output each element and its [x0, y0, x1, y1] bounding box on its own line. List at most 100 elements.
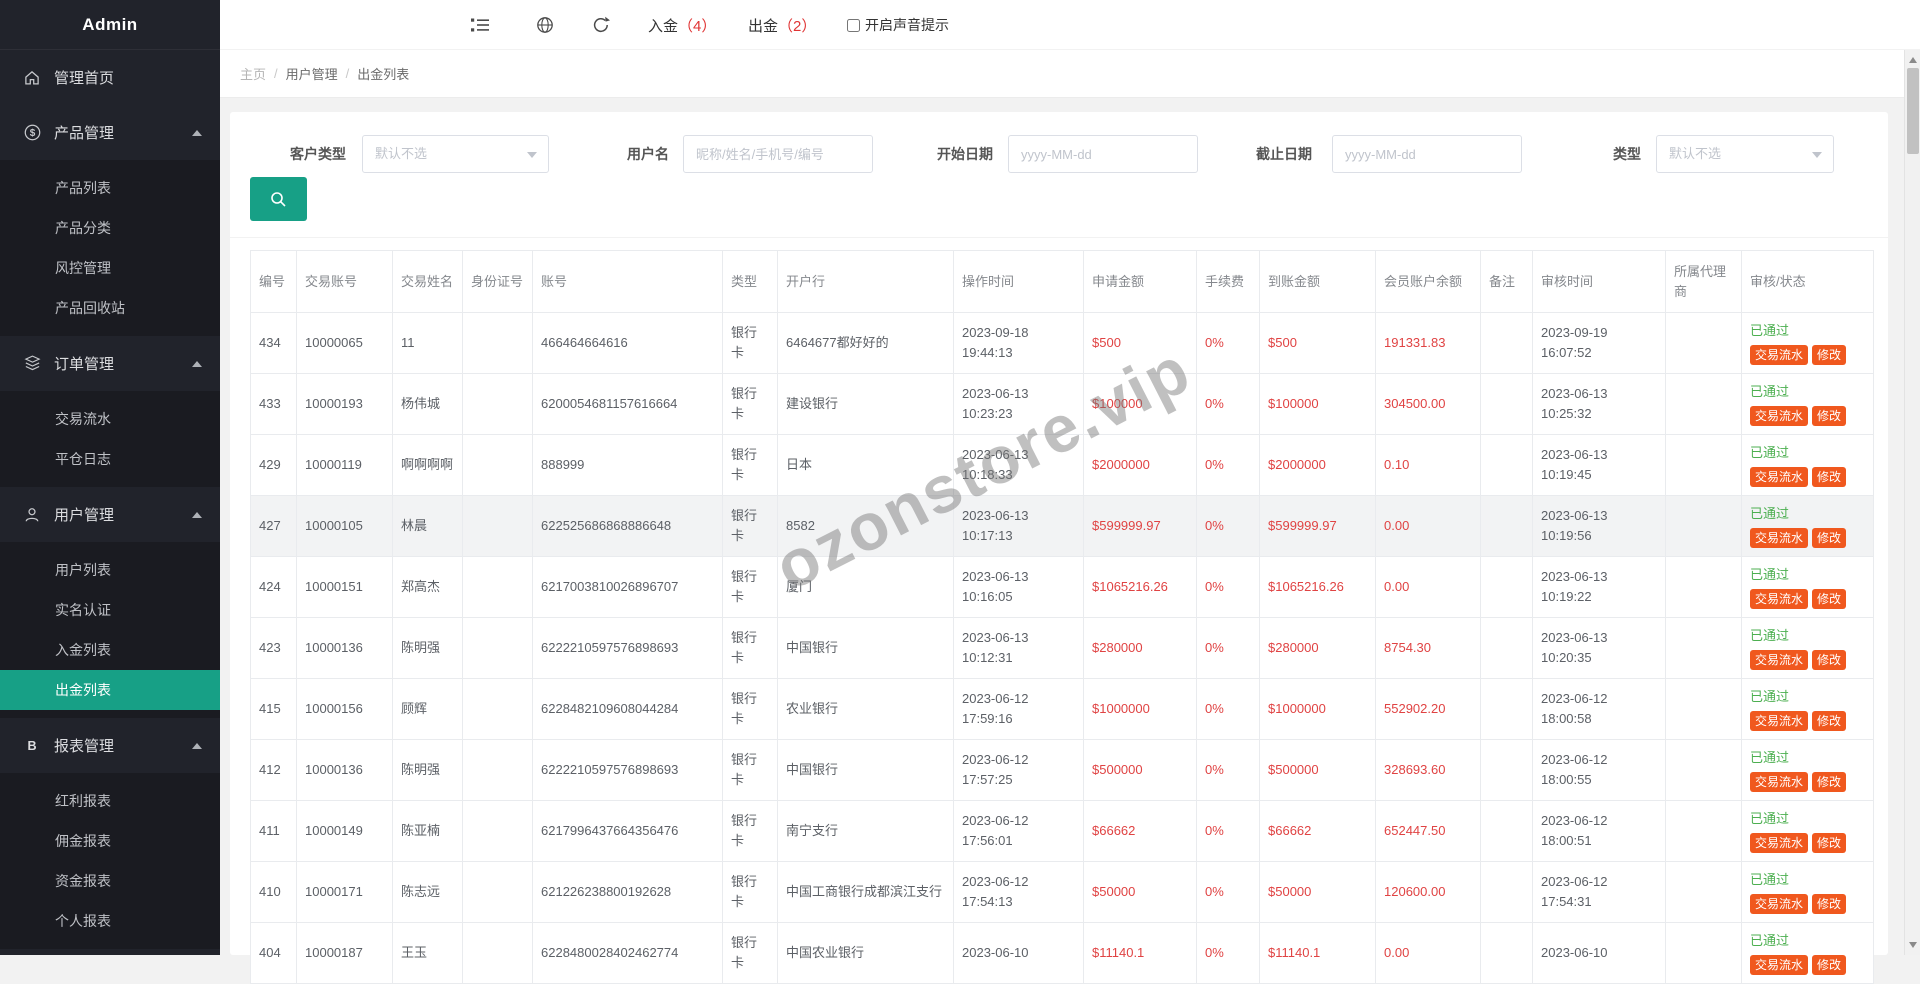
- edit-button[interactable]: 修改: [1812, 589, 1846, 609]
- edit-button[interactable]: 修改: [1812, 528, 1846, 548]
- sidebar-subitem-个人报表[interactable]: 个人报表: [0, 901, 220, 941]
- edit-button[interactable]: 修改: [1812, 894, 1846, 914]
- sidebar-item-订单管理[interactable]: 订单管理: [0, 336, 220, 391]
- sidebar-item-label: 用户管理: [54, 504, 114, 525]
- end-date-input[interactable]: [1332, 135, 1522, 173]
- table-cell: [463, 435, 533, 496]
- sidebar-item-系统管理[interactable]: 系统管理: [0, 949, 220, 955]
- table-cell: 2023-06-12 18:00:58: [1533, 679, 1666, 740]
- table-cell: 411: [251, 801, 297, 862]
- table-cell: $11140.1: [1260, 923, 1376, 984]
- table-cell: [1666, 557, 1742, 618]
- search-button[interactable]: [250, 177, 307, 221]
- sidebar-subitem-入金列表[interactable]: 入金列表: [0, 630, 220, 670]
- transaction-flow-button[interactable]: 交易流水: [1750, 772, 1808, 792]
- sidebar-item-用户管理[interactable]: 用户管理: [0, 487, 220, 542]
- table-cell: 10000156: [297, 679, 393, 740]
- table-cell: 6464677都好好的: [778, 313, 954, 374]
- refresh-icon[interactable]: [592, 0, 610, 50]
- table-cell: 2023-06-13 10:25:32: [1533, 374, 1666, 435]
- table-cell: 南宁支行: [778, 801, 954, 862]
- transaction-flow-button[interactable]: 交易流水: [1750, 650, 1808, 670]
- withdraw-label: 出金: [748, 15, 778, 36]
- collapse-sidebar-icon[interactable]: [470, 0, 490, 50]
- transaction-flow-button[interactable]: 交易流水: [1750, 589, 1808, 609]
- table-cell: 2023-06-12 17:54:13: [954, 862, 1084, 923]
- username-label: 用户名: [627, 135, 669, 173]
- sidebar-subitem-出金列表[interactable]: 出金列表: [0, 670, 220, 710]
- transaction-flow-button[interactable]: 交易流水: [1750, 833, 1808, 853]
- sidebar-subitem-产品列表[interactable]: 产品列表: [0, 168, 220, 208]
- type-label: 类型: [1613, 135, 1641, 173]
- breadcrumb-current: 出金列表: [357, 64, 409, 83]
- topbar: 入金（4） 出金（2） 开启声音提示 admin: [220, 0, 1920, 50]
- sidebar-subitem-资金报表[interactable]: 资金报表: [0, 861, 220, 901]
- table-cell: [463, 801, 533, 862]
- status-passed-label: 已通过: [1750, 504, 1865, 524]
- type-select[interactable]: 默认不选: [1656, 135, 1834, 173]
- status-cell: 已通过交易流水修改: [1742, 435, 1874, 496]
- table-cell: 中国工商银行成都滨江支行: [778, 862, 954, 923]
- edit-button[interactable]: 修改: [1812, 467, 1846, 487]
- edit-button[interactable]: 修改: [1812, 345, 1846, 365]
- sidebar-subitem-产品回收站[interactable]: 产品回收站: [0, 288, 220, 328]
- scrollbar-thumb[interactable]: [1907, 68, 1919, 154]
- table-cell: 0%: [1197, 862, 1260, 923]
- transaction-flow-button[interactable]: 交易流水: [1750, 406, 1808, 426]
- table-cell: 2023-06-13 10:16:05: [954, 557, 1084, 618]
- sidebar-subitem-实名认证[interactable]: 实名认证: [0, 590, 220, 630]
- column-header: 交易账号: [297, 251, 393, 313]
- scroll-up-icon[interactable]: [1905, 52, 1920, 68]
- transaction-flow-button[interactable]: 交易流水: [1750, 345, 1808, 365]
- table-cell: 2023-06-12 17:57:25: [954, 740, 1084, 801]
- deposit-badge[interactable]: 入金（4）: [648, 0, 716, 50]
- sidebar-subitem-风控管理[interactable]: 风控管理: [0, 248, 220, 288]
- breadcrumb-user-mgmt[interactable]: 用户管理: [286, 64, 338, 83]
- table-cell: 2023-06-13 10:23:23: [954, 374, 1084, 435]
- search-icon: [269, 190, 288, 209]
- column-header: 手续费: [1197, 251, 1260, 313]
- sidebar-subitem-佣金报表[interactable]: 佣金报表: [0, 821, 220, 861]
- sidebar-subitem-用户列表[interactable]: 用户列表: [0, 550, 220, 590]
- username-input[interactable]: [683, 135, 873, 173]
- sidebar-subitem-红利报表[interactable]: 红利报表: [0, 781, 220, 821]
- vertical-scrollbar[interactable]: [1904, 50, 1920, 955]
- edit-button[interactable]: 修改: [1812, 833, 1846, 853]
- sidebar-item-label: 订单管理: [54, 353, 114, 374]
- chevron-down-icon: [527, 152, 537, 158]
- breadcrumb-home[interactable]: 主页: [240, 64, 266, 83]
- sidebar-subitem-产品分类[interactable]: 产品分类: [0, 208, 220, 248]
- sidebar-subitem-交易流水[interactable]: 交易流水: [0, 399, 220, 439]
- edit-button[interactable]: 修改: [1812, 772, 1846, 792]
- column-header: 会员账户余额: [1376, 251, 1481, 313]
- globe-icon[interactable]: [536, 0, 554, 50]
- status-cell: 已通过交易流水修改: [1742, 557, 1874, 618]
- table-cell: 中国银行: [778, 740, 954, 801]
- status-cell: 已通过交易流水修改: [1742, 862, 1874, 923]
- sidebar-subitem-平仓日志[interactable]: 平仓日志: [0, 439, 220, 479]
- customer-type-select[interactable]: 默认不选: [362, 135, 549, 173]
- sidebar-item-产品管理[interactable]: $产品管理: [0, 105, 220, 160]
- transaction-flow-button[interactable]: 交易流水: [1750, 955, 1808, 975]
- table-cell: [463, 923, 533, 984]
- table-cell: 6217003810026896707: [533, 557, 723, 618]
- start-date-input[interactable]: [1008, 135, 1198, 173]
- table-cell: 0%: [1197, 801, 1260, 862]
- transaction-flow-button[interactable]: 交易流水: [1750, 528, 1808, 548]
- edit-button[interactable]: 修改: [1812, 406, 1846, 426]
- app-title: Admin: [0, 0, 220, 50]
- sidebar-item-管理首页[interactable]: 管理首页: [0, 50, 220, 105]
- edit-button[interactable]: 修改: [1812, 711, 1846, 731]
- withdraw-badge[interactable]: 出金（2）: [748, 0, 816, 50]
- sound-checkbox[interactable]: [847, 19, 860, 32]
- edit-button[interactable]: 修改: [1812, 955, 1846, 975]
- transaction-flow-button[interactable]: 交易流水: [1750, 467, 1808, 487]
- table-cell: $66662: [1084, 801, 1197, 862]
- sidebar-item-报表管理[interactable]: B报表管理: [0, 718, 220, 773]
- edit-button[interactable]: 修改: [1812, 650, 1846, 670]
- table-row: 40410000187王玉6228480028402462774银行卡中国农业银…: [251, 923, 1874, 984]
- transaction-flow-button[interactable]: 交易流水: [1750, 711, 1808, 731]
- transaction-flow-button[interactable]: 交易流水: [1750, 894, 1808, 914]
- chevron-up-icon: [192, 130, 202, 136]
- scroll-down-icon[interactable]: [1905, 937, 1920, 953]
